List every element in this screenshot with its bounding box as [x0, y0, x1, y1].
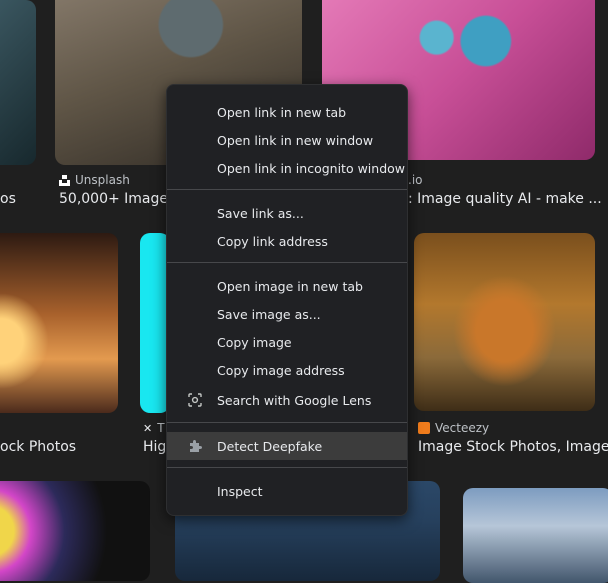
menu-item-save-image[interactable]: Save image as... — [167, 300, 407, 328]
result-source-3[interactable]: .io — [408, 173, 423, 187]
result-image-4[interactable] — [0, 233, 118, 413]
menu-item-copy-image[interactable]: Copy image — [167, 328, 407, 356]
result-source-6[interactable]: Vecteezy — [418, 421, 489, 435]
menu-item-inspect[interactable]: Inspect — [167, 477, 407, 505]
source-label: .io — [408, 173, 423, 187]
x-icon: ✕ — [143, 421, 153, 435]
google-lens-icon — [188, 393, 202, 407]
menu-item-label: Copy image address — [217, 362, 345, 378]
menu-item-label: Save image as... — [217, 306, 321, 322]
puzzle-extension-icon — [188, 439, 202, 453]
result-caption-5[interactable]: Hig — [143, 439, 166, 455]
menu-item-open-new-window[interactable]: Open link in new window — [167, 126, 407, 154]
menu-item-open-incognito[interactable]: Open link in incognito window — [167, 154, 407, 182]
menu-item-label: Copy image — [217, 334, 292, 350]
menu-separator — [167, 422, 407, 423]
menu-separator — [167, 189, 407, 190]
menu-item-search-lens[interactable]: Search with Google Lens — [167, 386, 407, 414]
result-caption-4[interactable]: ock Photos — [0, 439, 76, 455]
menu-item-label: Open image in new tab — [217, 278, 363, 294]
menu-item-save-link[interactable]: Save link as... — [167, 199, 407, 227]
menu-item-label: Open link in incognito window — [217, 160, 406, 176]
menu-separator — [167, 467, 407, 468]
menu-item-label: Open link in new window — [217, 132, 374, 148]
result-caption-3[interactable]: : Image quality AI - make ... — [408, 191, 602, 207]
menu-item-copy-image-address[interactable]: Copy image address — [167, 356, 407, 384]
result-caption-2[interactable]: 50,000+ Image F — [59, 191, 181, 207]
menu-item-label: Inspect — [217, 483, 263, 499]
menu-item-open-new-tab[interactable]: Open link in new tab — [167, 98, 407, 126]
source-label: Unsplash — [75, 173, 130, 187]
menu-item-detect-deepfake[interactable]: Detect Deepfake — [167, 432, 407, 460]
result-image-6[interactable] — [414, 233, 595, 411]
source-label: T — [157, 421, 165, 435]
menu-item-open-image-tab[interactable]: Open image in new tab — [167, 272, 407, 300]
menu-item-label: Search with Google Lens — [217, 392, 372, 408]
result-source-2[interactable]: Unsplash — [59, 173, 130, 187]
source-label: Vecteezy — [435, 421, 490, 435]
result-source-5[interactable]: ✕ T — [143, 421, 165, 435]
vecteezy-icon — [418, 422, 430, 434]
context-menu: Open link in new tab Open link in new wi… — [166, 84, 408, 516]
menu-item-copy-link[interactable]: Copy link address — [167, 227, 407, 255]
unsplash-icon — [59, 174, 70, 186]
result-image-1[interactable] — [0, 0, 36, 165]
result-caption-6[interactable]: Image Stock Photos, Images a — [418, 439, 608, 455]
menu-item-label: Save link as... — [217, 205, 304, 221]
menu-separator — [167, 262, 407, 263]
menu-item-label: Open link in new tab — [217, 104, 347, 120]
result-image-7[interactable] — [0, 481, 150, 581]
result-image-9[interactable] — [463, 488, 608, 583]
result-caption-1[interactable]: os — [0, 191, 16, 207]
menu-item-label: Copy link address — [217, 233, 328, 249]
menu-item-label: Detect Deepfake — [217, 438, 323, 454]
